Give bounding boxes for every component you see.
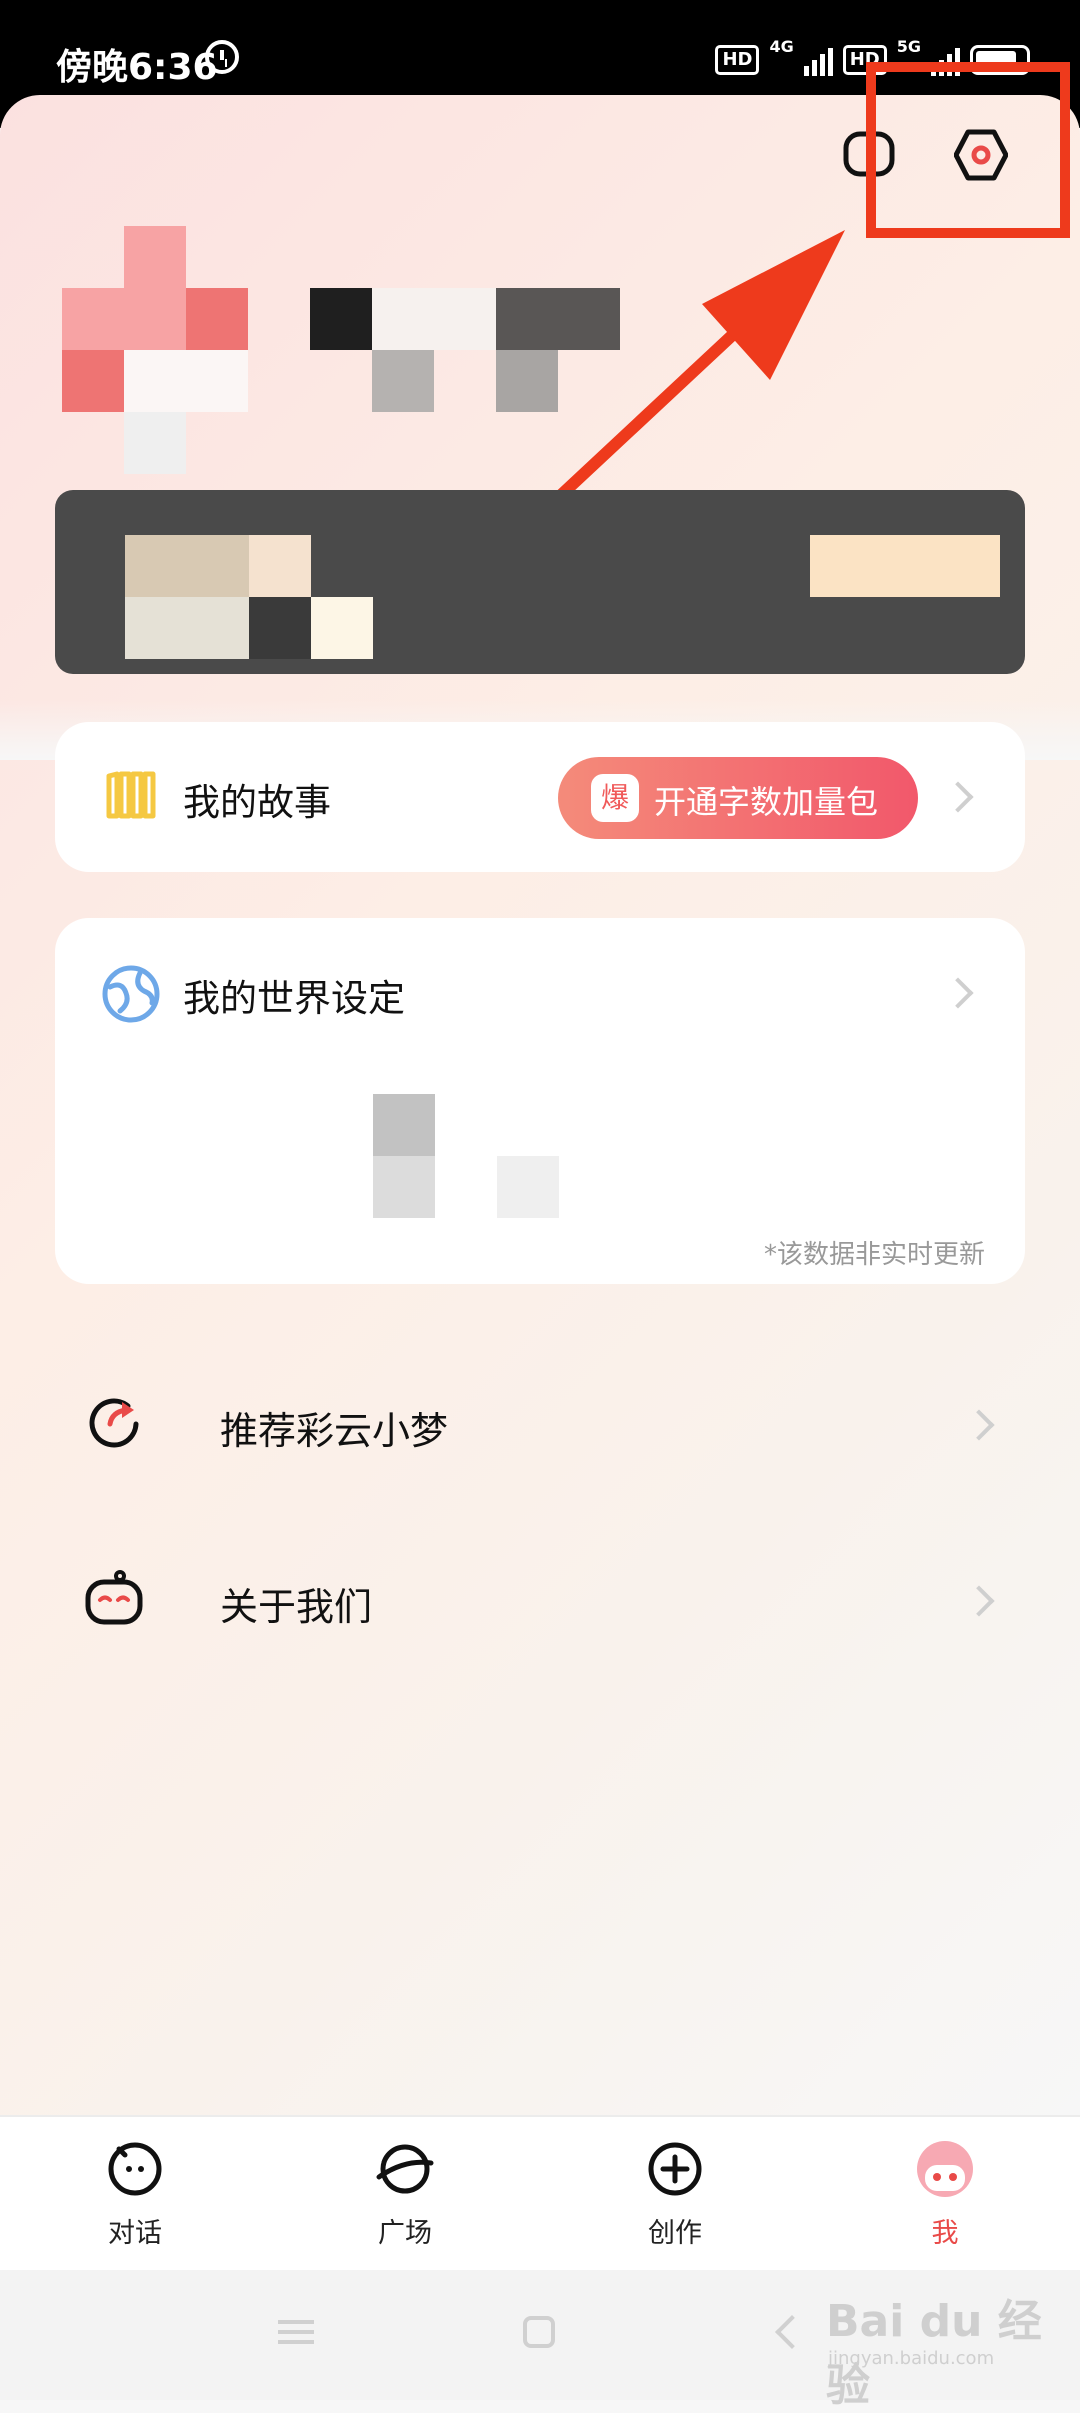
network-type-2: 5G bbox=[896, 36, 921, 56]
nav-tab-plaza[interactable]: 广场 bbox=[325, 2139, 485, 2250]
chevron-right-icon bbox=[942, 781, 974, 813]
nav-tab-chat[interactable]: 对话 bbox=[55, 2139, 215, 2250]
back-icon[interactable] bbox=[775, 2315, 809, 2349]
robot-icon bbox=[85, 1570, 143, 1625]
book-shelf-icon bbox=[106, 771, 156, 819]
nav-tab-me[interactable]: 我 bbox=[865, 2139, 1025, 2250]
globe-icon bbox=[102, 965, 160, 1023]
signal-icon bbox=[803, 44, 833, 76]
data-update-note: *该数据非实时更新 bbox=[763, 1240, 985, 1270]
nav-label: 对话 bbox=[108, 2218, 162, 2249]
nav-label: 广场 bbox=[378, 2218, 432, 2249]
promo-label: 开通字数加量包 bbox=[654, 783, 879, 821]
my-stories-card[interactable]: 我的故事 爆 开通字数加量包 bbox=[55, 722, 1025, 872]
create-plus-icon bbox=[648, 2142, 702, 2196]
chevron-right-icon bbox=[963, 1585, 995, 1617]
promo-badge: 爆 bbox=[591, 774, 639, 822]
nav-label: 创作 bbox=[648, 2218, 702, 2249]
pixelated-stat bbox=[373, 1094, 435, 1156]
watermark-url: jingyan.baidu.com bbox=[828, 2348, 995, 2369]
pixelated-stat bbox=[373, 1156, 435, 1218]
menu-row-recommend[interactable]: 推荐彩云小梦 bbox=[0, 1362, 1080, 1482]
avatar-icon bbox=[917, 2141, 973, 2197]
hd-badge: HD bbox=[715, 45, 760, 75]
status-time: 傍晚6:36 bbox=[56, 47, 218, 88]
menu-row-about[interactable]: 关于我们 bbox=[0, 1538, 1080, 1658]
my-world-settings-card[interactable]: 我的世界设定 *该数据非实时更新 bbox=[55, 918, 1025, 1284]
home-icon[interactable] bbox=[523, 2316, 555, 2348]
nav-label: 我 bbox=[931, 2218, 959, 2249]
menu-icon[interactable] bbox=[278, 2320, 314, 2344]
world-settings-title: 我的世界设定 bbox=[183, 977, 405, 1020]
menu-label: 推荐彩云小梦 bbox=[220, 1409, 449, 1453]
highlight-annotation-box bbox=[866, 62, 1070, 238]
bottom-nav: 对话 广场 创作 我 bbox=[0, 2115, 1080, 2272]
pixelated-stat bbox=[497, 1156, 559, 1218]
network-type-1: 4G bbox=[769, 36, 794, 56]
share-icon bbox=[89, 1398, 139, 1448]
menu-label: 关于我们 bbox=[220, 1585, 373, 1629]
plaza-icon bbox=[376, 2144, 434, 2194]
chat-icon bbox=[108, 2142, 162, 2196]
nav-tab-create[interactable]: 创作 bbox=[595, 2139, 755, 2250]
alarm-icon bbox=[205, 40, 239, 74]
word-pack-promo-button[interactable]: 爆 开通字数加量包 bbox=[558, 757, 918, 839]
chevron-right-icon bbox=[942, 977, 974, 1009]
chevron-right-icon bbox=[963, 1409, 995, 1441]
my-stories-title: 我的故事 bbox=[183, 781, 331, 824]
member-banner-pixelated[interactable] bbox=[55, 490, 1025, 674]
